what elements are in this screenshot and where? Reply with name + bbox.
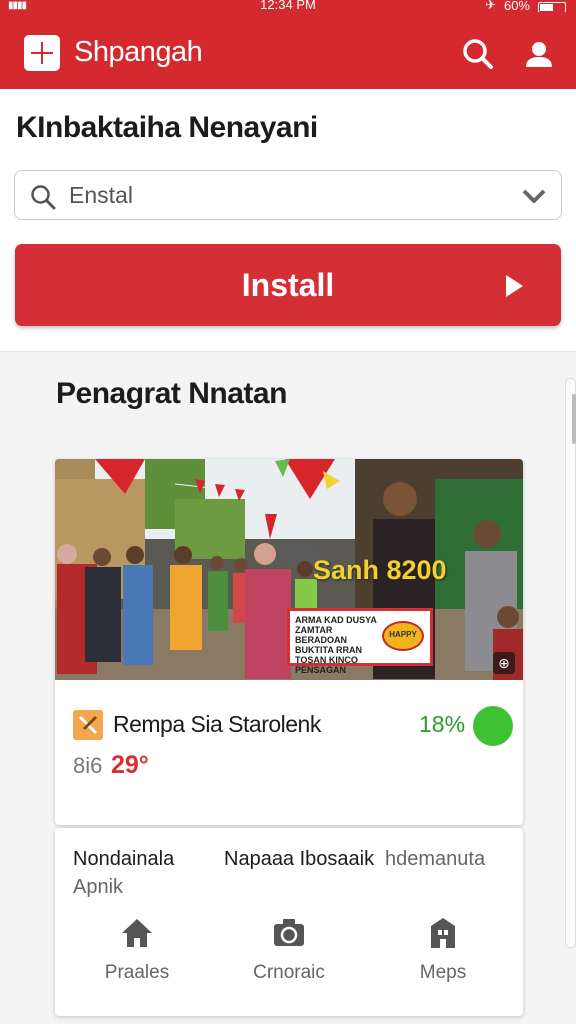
building-icon	[431, 918, 455, 948]
scrollbar[interactable]	[565, 378, 576, 948]
search-input[interactable]	[69, 171, 489, 219]
nav-label-home: Praales	[104, 962, 170, 983]
battery-icon	[538, 1, 566, 13]
listing-photo[interactable]: Sanh 8200 ARMA KAD DUSYA ZAMTAR BERADOAN…	[55, 459, 523, 680]
install-panel: KInbaktaiha Nenayani Install	[0, 89, 576, 352]
tools-icon	[73, 710, 103, 740]
search-icon[interactable]	[462, 38, 494, 70]
nav-item-home[interactable]: Praales	[67, 914, 207, 994]
gallery-icon[interactable]: ⊕	[493, 652, 515, 674]
section-title: Penagrat Nnatan	[56, 377, 287, 410]
app-bar: Shpangah	[0, 12, 576, 89]
page-title: KInbaktaiha Nenayani	[16, 111, 318, 144]
search-field[interactable]	[14, 170, 562, 220]
info-col-4: Apnik	[73, 876, 124, 898]
listing-percent: 18%	[419, 711, 466, 737]
listing-old-price: 8i6	[73, 753, 103, 778]
user-icon[interactable]	[523, 39, 555, 71]
photo-sign: ARMA KAD DUSYA ZAMTAR BERADOAN BUKTITA R…	[287, 608, 433, 675]
listing-card[interactable]: Sanh 8200 ARMA KAD DUSYA ZAMTAR BERADOAN…	[55, 459, 523, 825]
nav-item-camera[interactable]: Crnoraic	[219, 914, 359, 994]
info-col-1: Nondainala	[73, 848, 175, 870]
battery-percent: 60%	[503, 0, 530, 13]
nav-label-camera: Crnoraic	[253, 962, 325, 983]
info-card: Nondainala Napaaa Ibosaaik hdemanuta Apn…	[55, 828, 523, 1016]
nav-label-maps: Meps	[419, 962, 467, 983]
install-button[interactable]: Install	[15, 244, 561, 326]
sign-text: ARMA KAD DUSYA ZAMTAR BERADOAN BUKTITA R…	[295, 615, 377, 675]
status-dot	[473, 706, 513, 746]
sign-badge: HAPPY	[382, 621, 424, 651]
info-col-2: Napaaa Ibosaaik	[224, 848, 375, 870]
home-icon	[122, 919, 152, 947]
status-bar: ▮▮▮▮ 12:34 PM ✈ 60%	[0, 0, 576, 13]
camera-icon	[274, 919, 304, 946]
scrollbar-thumb[interactable]	[572, 394, 576, 444]
info-col-3: hdemanuta	[385, 848, 486, 870]
search-icon	[31, 185, 56, 210]
play-icon	[506, 275, 523, 297]
listing-new-price: 29°	[111, 751, 149, 779]
install-button-label: Install	[241, 267, 335, 303]
app-logo-icon[interactable]	[24, 35, 60, 71]
listing-name[interactable]: Rempa Sia Starolenk	[113, 711, 321, 738]
app-name: Shpangah	[74, 36, 203, 68]
nav-item-maps[interactable]: Meps	[373, 914, 513, 994]
chevron-down-icon[interactable]	[521, 187, 547, 205]
photo-price-overlay: Sanh 8200	[313, 555, 447, 585]
